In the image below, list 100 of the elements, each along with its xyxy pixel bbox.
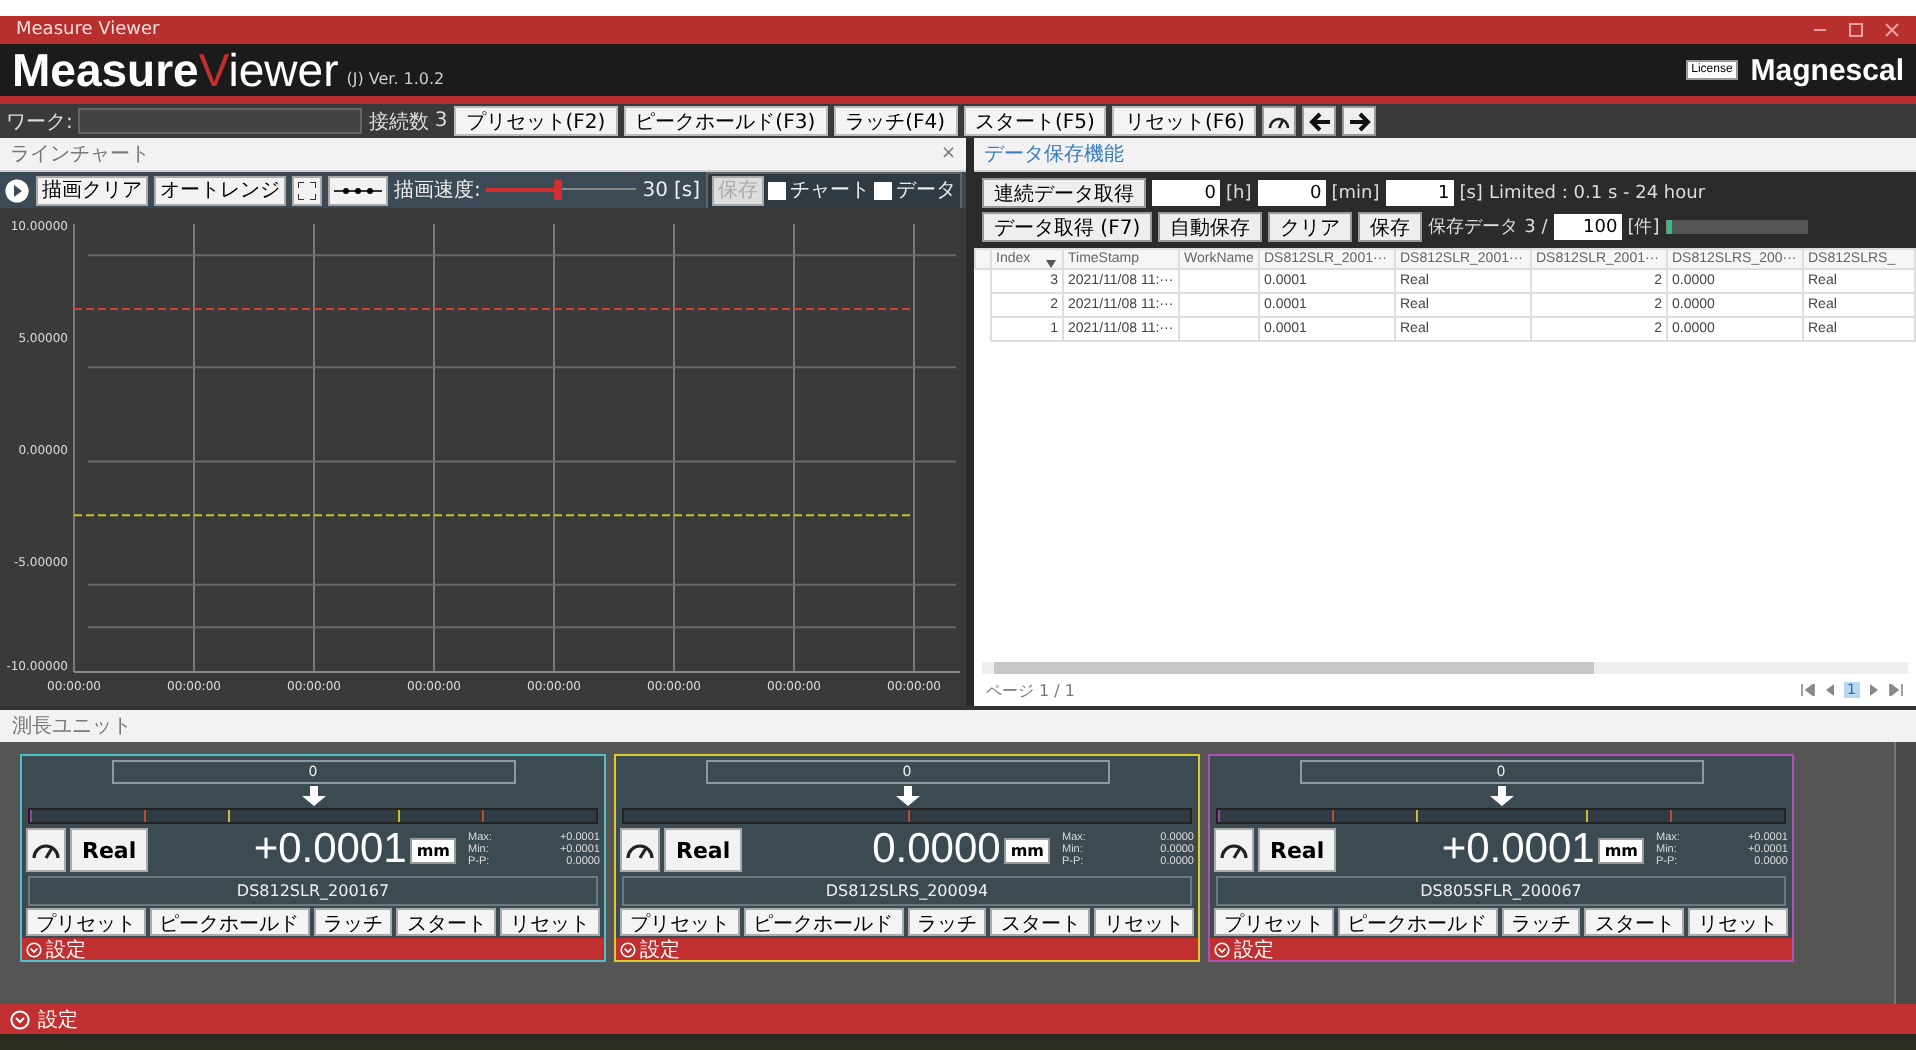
unit-button[interactable]: スタート — [990, 908, 1091, 936]
unit-button[interactable]: ピークホールド — [743, 908, 904, 936]
forward-button[interactable] — [1342, 106, 1377, 136]
toolbar-button[interactable]: ピークホールド(F3) — [623, 106, 828, 136]
data-action-button[interactable]: クリア — [1268, 212, 1353, 242]
mode-button[interactable]: Real — [664, 828, 743, 872]
duration-field[interactable]: 1 — [1385, 180, 1454, 206]
unit-button[interactable]: スタート — [1584, 908, 1685, 936]
capacity-unit: [件] — [1627, 215, 1660, 240]
gauge-button[interactable] — [1214, 828, 1254, 872]
down-arrow-icon — [895, 786, 919, 806]
work-field[interactable] — [78, 108, 363, 134]
duration-field[interactable]: 0 — [1152, 180, 1220, 206]
measured-value: +0.0001 — [253, 826, 407, 874]
toolbar-button[interactable]: スタート(F5) — [963, 106, 1107, 136]
checkbox-label: チャート — [790, 178, 870, 204]
speed-slider[interactable] — [486, 180, 637, 200]
data-action-button[interactable]: 自動保存 — [1158, 212, 1263, 242]
play-icon[interactable] — [4, 177, 30, 203]
chart-button[interactable]: オートレンジ — [154, 175, 286, 205]
unit-button[interactable]: mm — [1598, 837, 1644, 863]
measured-value: 0.0000 — [872, 826, 1001, 874]
duration-unit: [min] — [1331, 183, 1380, 203]
close-icon[interactable] — [1884, 22, 1900, 38]
unit-button[interactable]: リセット — [1094, 908, 1194, 936]
settings-label: 設定 — [46, 937, 86, 963]
unit-button[interactable]: ラッチ — [907, 908, 987, 936]
slider-thumb[interactable] — [554, 180, 563, 200]
brand-logo: Magnescal — [1750, 53, 1904, 87]
unit-button[interactable]: ピークホールド — [149, 908, 310, 936]
saved-data-label: 保存データ — [1428, 215, 1519, 240]
work-label: ワーク: — [6, 109, 73, 135]
duration-field[interactable]: 0 — [1257, 180, 1326, 206]
gauge-icon — [1268, 112, 1291, 130]
unit-button[interactable]: リセット — [500, 908, 600, 936]
fit-button[interactable] — [292, 175, 322, 205]
speed-label: 描画速度: — [394, 177, 481, 204]
toolbar-button[interactable]: リセット(F6) — [1112, 106, 1257, 136]
close-button[interactable]: × — [940, 144, 956, 164]
unit-button[interactable]: プリセット — [620, 908, 740, 936]
unit-button[interactable]: ラッチ — [313, 908, 393, 936]
gauge-button[interactable] — [1262, 106, 1297, 136]
unit-button[interactable]: mm — [1004, 837, 1050, 863]
chart-button[interactable]: 描画クリア — [36, 175, 148, 205]
page-indicator: ページ 1 / 1 — [986, 679, 1076, 701]
speed-unit: [s] — [673, 179, 700, 201]
app-logo: MeasureViewer — [12, 44, 339, 96]
speed-value: 30 — [642, 179, 668, 201]
version-label: (J) Ver. 1.0.2 — [346, 69, 445, 87]
panel-title: 測長ユニット — [12, 713, 132, 740]
unit-button[interactable]: ピークホールド — [1337, 908, 1498, 936]
settings-bar[interactable]: 設定 — [1210, 938, 1792, 960]
settings-bar[interactable]: 設定 — [616, 938, 1198, 960]
panel-title: ラインチャート — [10, 142, 150, 168]
unit-button[interactable]: mm — [410, 837, 456, 863]
settings-label: 設定 — [1234, 937, 1274, 963]
expand-icon[interactable] — [1214, 941, 1230, 957]
sensor-name: DS812SLRS_200094 — [622, 876, 1192, 906]
data-action-button[interactable]: 保存 — [1358, 212, 1423, 242]
mode-button[interactable]: Real — [70, 828, 149, 872]
gauge-icon — [32, 840, 60, 860]
expand-icon[interactable] — [10, 1009, 30, 1029]
unit-button[interactable]: リセット — [1688, 908, 1788, 936]
unit-button[interactable]: スタート — [396, 908, 497, 936]
sort-icon[interactable] — [1046, 260, 1056, 268]
data-action-button[interactable]: データ取得 (F7) — [982, 212, 1153, 242]
unit-button[interactable]: プリセット — [1214, 908, 1334, 936]
expand-icon[interactable] — [620, 941, 636, 957]
duration-unit: [s] — [1459, 183, 1483, 203]
unit-button[interactable]: ラッチ — [1501, 908, 1581, 936]
down-arrow-icon — [1489, 786, 1513, 806]
toolbar-button[interactable]: ラッチ(F4) — [833, 106, 958, 136]
capacity-field[interactable]: 100 — [1553, 214, 1622, 240]
last-page-icon[interactable] — [1888, 684, 1904, 696]
mode-button[interactable]: Real — [1258, 828, 1337, 872]
connections-count: 3 — [434, 110, 448, 132]
previous-page-icon[interactable] — [1823, 684, 1836, 696]
continuous-capture-button[interactable]: 連続データ取得 — [982, 178, 1146, 208]
checkbox[interactable] — [874, 181, 892, 199]
marker-style-button[interactable] — [328, 175, 388, 205]
checkbox[interactable] — [768, 181, 786, 199]
unit-button[interactable]: プリセット — [26, 908, 146, 936]
settings-bar[interactable]: 設定 — [22, 938, 604, 960]
horizontal-scrollbar[interactable] — [982, 662, 1908, 674]
expand-icon[interactable] — [26, 941, 42, 957]
duration-unit: [h] — [1226, 183, 1252, 203]
maximize-icon[interactable] — [1848, 22, 1864, 38]
saved-count: 3 / — [1524, 217, 1548, 237]
gauge-button[interactable] — [620, 828, 660, 872]
connections-label: 接続数 — [368, 109, 429, 135]
limit-note: Limited : 0.1 s - 24 hour — [1488, 183, 1706, 203]
scrollbar-thumb[interactable] — [994, 662, 1594, 674]
toolbar-button[interactable]: プリセット(F2) — [453, 106, 618, 136]
settings-bar[interactable]: 設定 — [0, 1004, 1916, 1034]
dotted-line-icon — [334, 185, 382, 195]
next-page-icon[interactable] — [1868, 684, 1880, 696]
fit-icon — [298, 181, 316, 199]
first-page-icon[interactable] — [1799, 684, 1816, 696]
gauge-button[interactable] — [26, 828, 66, 872]
back-button[interactable] — [1302, 106, 1337, 136]
